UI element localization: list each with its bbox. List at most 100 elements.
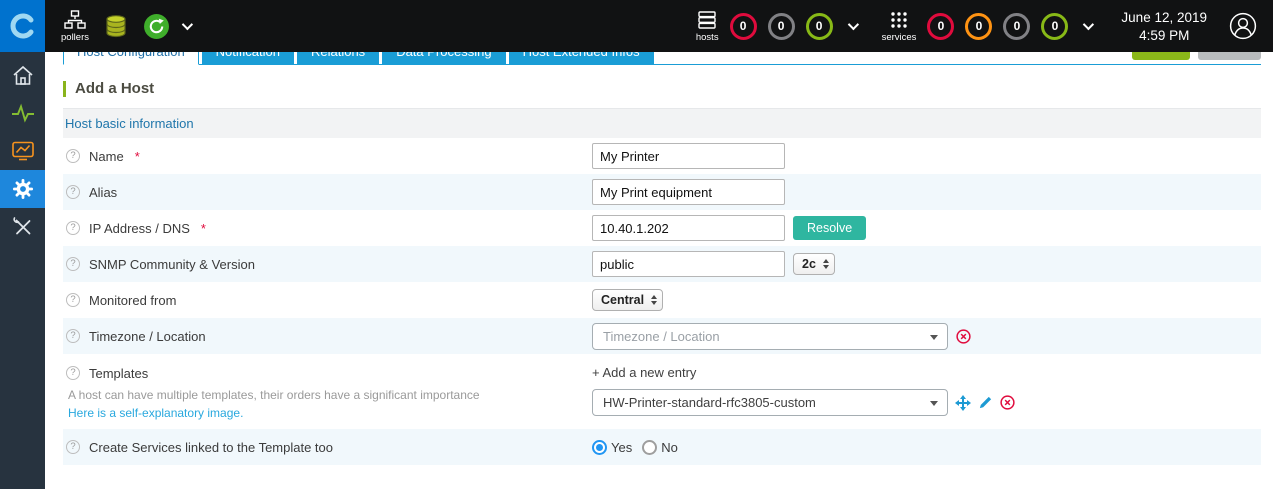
refresh-circle-icon (144, 13, 169, 39)
user-profile-button[interactable] (1229, 12, 1257, 40)
monitored-from-select[interactable]: Central (592, 289, 664, 311)
monitored-from-label: Monitored from (89, 292, 177, 308)
current-date: June 12, 2019 (1121, 9, 1207, 25)
help-icon[interactable]: ? (66, 329, 80, 343)
services-warning-counter[interactable]: 0 (965, 12, 993, 40)
timezone-clear-button[interactable] (956, 328, 971, 344)
main-content: Configuration > Hosts Host Configuration… (45, 0, 1273, 465)
tools-icon (12, 217, 30, 235)
add-template-entry-link[interactable]: + Add a new entry (592, 360, 696, 384)
heartbeat-icon (11, 103, 34, 123)
monitored-from-value: Central (601, 293, 645, 307)
dropdown-arrow-icon (930, 334, 938, 340)
hosts-status-group: hosts 0 0 0 (696, 10, 859, 43)
create-services-label: Create Services linked to the Template t… (89, 439, 334, 455)
hosts-unreachable-counter[interactable]: 0 (767, 12, 795, 40)
select-stepper-icon (651, 295, 658, 305)
help-icon[interactable]: ? (66, 366, 80, 380)
no-label: No (661, 439, 678, 455)
pollers-menu[interactable]: pollers (61, 9, 89, 43)
form-row-create-services: ? Create Services linked to the Template… (63, 429, 1261, 465)
hosts-label: hosts (695, 31, 719, 43)
required-asterisk: * (134, 148, 140, 164)
timezone-label: Timezone / Location (89, 328, 206, 344)
services-chevron-down-icon[interactable] (1083, 18, 1095, 31)
help-icon[interactable]: ? (66, 293, 80, 307)
form-row-snmp: ? SNMP Community & Version 2c (63, 246, 1261, 282)
pollers-label: pollers (61, 31, 89, 43)
pencil-icon (979, 396, 992, 409)
centreon-logo-icon (10, 13, 33, 39)
services-status-group: services 0 0 0 0 (881, 10, 1095, 43)
ip-input[interactable] (592, 215, 785, 241)
section-host-basic-information: Host basic information (63, 108, 1261, 138)
name-label: Name (89, 148, 124, 164)
help-icon[interactable]: ? (66, 185, 80, 199)
hosts-down-counter[interactable]: 0 (729, 12, 757, 40)
templates-help-link[interactable]: Here is a self-explanatory image. (68, 405, 243, 421)
clock: June 12, 2019 4:59 PM (1121, 10, 1207, 43)
template-delete-button[interactable] (1000, 395, 1015, 410)
services-unknown-counter[interactable]: 0 (1003, 12, 1031, 40)
form-row-alias: ? Alias (63, 174, 1261, 210)
create-services-yes-radio[interactable]: Yes (592, 439, 633, 455)
hosts-menu[interactable]: hosts (696, 10, 719, 43)
template-select[interactable]: HW-Printer-standard-rfc3805-custom (592, 389, 948, 416)
services-icon (891, 11, 907, 28)
snmp-version-select[interactable]: 2c (793, 253, 835, 275)
sidebar-item-home[interactable] (0, 56, 45, 94)
sidebar-nav (0, 52, 45, 489)
alias-label: Alias (89, 184, 118, 200)
hosts-chevron-down-icon[interactable] (847, 18, 859, 31)
page-title: Add a Host (63, 80, 1261, 97)
name-input[interactable] (592, 143, 785, 169)
sidebar-item-monitoring[interactable] (0, 94, 45, 132)
templates-help-text: A host can have multiple templates, thei… (68, 388, 480, 402)
clear-circle-icon (1000, 395, 1015, 410)
title-accent-bar (63, 80, 66, 97)
current-time: 4:59 PM (1139, 27, 1190, 43)
gear-icon (12, 179, 33, 199)
snmp-community-input[interactable] (592, 251, 785, 277)
create-services-no-radio[interactable]: No (642, 439, 678, 455)
centreon-logo[interactable] (0, 0, 45, 52)
template-edit-button[interactable] (978, 395, 993, 410)
services-ok-counter[interactable]: 0 (1041, 12, 1069, 40)
database-icon (106, 14, 126, 37)
user-icon (1229, 12, 1257, 40)
template-value: HW-Printer-standard-rfc3805-custom (603, 395, 816, 410)
template-move-handle[interactable] (955, 394, 971, 411)
chart-icon (11, 141, 34, 161)
timezone-placeholder: Timezone / Location (603, 328, 720, 344)
move-icon (955, 394, 971, 411)
services-critical-counter[interactable]: 0 (927, 12, 955, 40)
poller-chevron-down-icon[interactable] (181, 18, 194, 31)
radio-selected-icon (592, 439, 607, 455)
resolve-button[interactable]: Resolve (793, 216, 867, 240)
services-label: services (881, 31, 917, 43)
help-icon[interactable]: ? (66, 257, 80, 271)
form-row-name: ? Name * (63, 138, 1261, 174)
snmp-label: SNMP Community & Version (89, 256, 255, 272)
dropdown-arrow-icon (930, 401, 938, 406)
radio-unselected-icon (642, 439, 658, 455)
home-icon (12, 65, 33, 85)
ip-label: IP Address / DNS (89, 220, 190, 236)
hosts-up-counter[interactable]: 0 (805, 12, 833, 40)
timezone-select[interactable]: Timezone / Location (592, 322, 948, 350)
sidebar-item-configuration[interactable] (0, 170, 45, 208)
services-menu[interactable]: services (881, 10, 917, 43)
alias-input[interactable] (592, 179, 785, 205)
sidebar-item-reporting[interactable] (0, 132, 45, 170)
help-icon[interactable]: ? (66, 221, 80, 235)
help-icon[interactable]: ? (66, 149, 80, 163)
yes-label: Yes (611, 439, 633, 455)
help-icon[interactable]: ? (66, 440, 80, 454)
restart-engine-button[interactable] (143, 13, 170, 40)
form-row-ip: ? IP Address / DNS * Resolve (63, 210, 1261, 246)
sidebar-item-administration[interactable] (0, 208, 45, 246)
snmp-version-value: 2c (802, 257, 816, 271)
select-stepper-icon (822, 259, 829, 269)
export-configuration-button[interactable] (105, 14, 127, 39)
clear-circle-icon (956, 328, 971, 344)
